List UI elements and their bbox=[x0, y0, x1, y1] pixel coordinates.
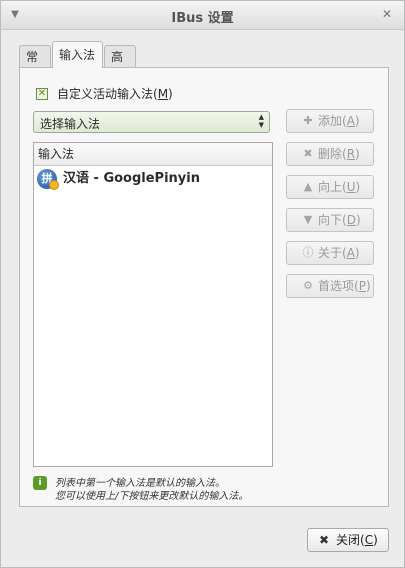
move-down-button-label: 向下(D) bbox=[318, 213, 361, 227]
combo-value: 选择输入法 bbox=[40, 117, 101, 131]
preferences-icon: ⚙ bbox=[303, 279, 313, 292]
add-button-label: 添加(A) bbox=[318, 114, 360, 128]
arrow-up-icon: ▲ bbox=[303, 180, 313, 193]
close-icon[interactable]: ✕ bbox=[380, 7, 394, 21]
input-method-panel: ✕ 自定义活动输入法(M) 选择输入法 ▲ ▼ 输入法 拼 汉语 - Google… bbox=[19, 67, 389, 507]
move-up-button-label: 向上(U) bbox=[318, 180, 361, 194]
title-bar: ▼ IBus 设置 ✕ bbox=[1, 1, 404, 30]
close-button[interactable]: ✖ 关闭(C) bbox=[307, 528, 389, 552]
tab-input-method[interactable]: 输入法 bbox=[52, 41, 103, 68]
preferences-button[interactable]: ⚙ 首选项(P) bbox=[286, 274, 374, 298]
about-button-label: 关于(A) bbox=[318, 246, 360, 260]
select-input-method-combo[interactable]: 选择输入法 ▲ ▼ bbox=[33, 111, 270, 133]
engine-name: 汉语 - GooglePinyin bbox=[63, 171, 200, 186]
combo-arrows-icon: ▲ ▼ bbox=[258, 113, 264, 129]
remove-icon: ✖ bbox=[303, 147, 313, 160]
engine-list[interactable]: 输入法 拼 汉语 - GooglePinyin bbox=[33, 142, 273, 467]
arrow-down-icon: ▼ bbox=[303, 213, 313, 226]
close-button-label: 关闭(C) bbox=[336, 533, 378, 547]
engine-list-header: 输入法 bbox=[34, 143, 272, 166]
custom-active-engines-label: 自定义活动输入法(M) bbox=[57, 87, 173, 101]
info-icon: i bbox=[33, 476, 47, 490]
close-icon: ✖ bbox=[319, 533, 330, 547]
remove-button[interactable]: ✖ 删除(R) bbox=[286, 142, 374, 166]
move-up-button[interactable]: ▲ 向上(U) bbox=[286, 175, 374, 199]
about-button[interactable]: ⓘ 关于(A) bbox=[286, 241, 374, 265]
preferences-button-label: 首选项(P) bbox=[318, 279, 371, 293]
plus-icon: ✚ bbox=[303, 114, 313, 127]
hint-line-2: 您可以使用上/下按钮来更改默认的输入法。 bbox=[55, 491, 249, 502]
move-down-button[interactable]: ▼ 向下(D) bbox=[286, 208, 374, 232]
googlepinyin-icon: 拼 bbox=[37, 169, 59, 190]
add-button[interactable]: ✚ 添加(A) bbox=[286, 109, 374, 133]
list-item[interactable]: 拼 汉语 - GooglePinyin bbox=[34, 166, 272, 192]
custom-active-engines-checkbox[interactable]: ✕ bbox=[36, 88, 48, 100]
ibus-settings-window: ▼ IBus 设置 ✕ 常规 输入法 高级 ✕ 自定义活动输入法(M) 选择输入… bbox=[0, 0, 405, 568]
tab-advanced[interactable]: 高级 bbox=[104, 45, 136, 86]
window-title: IBus 设置 bbox=[171, 11, 234, 26]
info-icon: ⓘ bbox=[302, 246, 314, 259]
tab-general[interactable]: 常规 bbox=[19, 45, 51, 86]
remove-button-label: 删除(R) bbox=[318, 147, 360, 161]
